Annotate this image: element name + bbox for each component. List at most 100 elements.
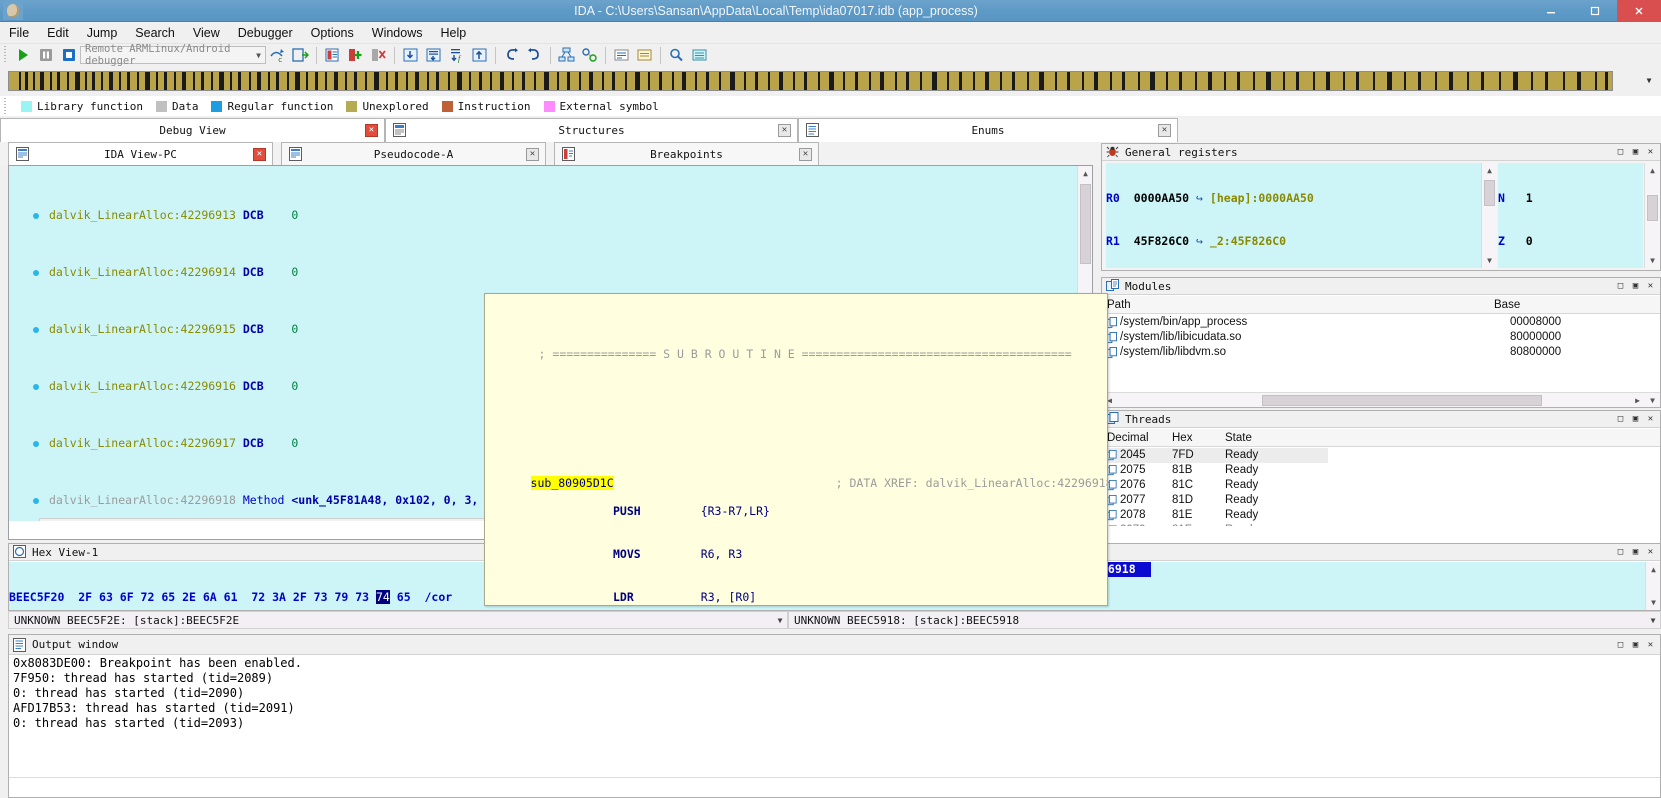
close-icon[interactable]: ✕ xyxy=(1644,280,1657,293)
flags-vscroll-thumb[interactable] xyxy=(1647,195,1658,221)
close-icon[interactable]: ✕ xyxy=(1644,546,1657,559)
run-icon[interactable] xyxy=(12,45,33,65)
close-button[interactable] xyxy=(1617,0,1661,22)
threads-column-hex[interactable]: Hex xyxy=(1172,432,1225,444)
flag-row[interactable]: Z 0 xyxy=(1498,234,1643,249)
jump-forward-icon[interactable] xyxy=(524,45,545,65)
register-row[interactable]: R0 0000AA50 ↪ [heap]:0000AA50 xyxy=(1106,191,1481,206)
navigation-band-dropdown-icon[interactable]: ▼ xyxy=(1641,72,1657,88)
disasm-row[interactable]: dalvik_LinearAlloc:42296913 DCB 0 xyxy=(9,208,1077,223)
xrefs-icon[interactable] xyxy=(611,45,632,65)
modules-row[interactable]: /system/lib/libdvm.so 80800000 xyxy=(1102,345,1660,360)
disassembly-vscroll-thumb[interactable] xyxy=(1080,184,1091,264)
register-vscroll-thumb[interactable] xyxy=(1484,180,1495,206)
tab-breakpoints-close-icon[interactable]: ✕ xyxy=(799,148,812,161)
output-command-input[interactable] xyxy=(9,777,1660,797)
breakpoint-dot-icon[interactable] xyxy=(33,270,39,276)
breakpoint-dot-icon[interactable] xyxy=(33,213,39,219)
tab-debug-view[interactable]: Debug View ✕ xyxy=(0,118,385,142)
chevron-down-icon[interactable]: ▼ xyxy=(773,612,787,628)
restore-icon[interactable]: □ xyxy=(1614,413,1627,426)
menu-item-search[interactable]: Search xyxy=(126,24,184,42)
step-into-source-icon[interactable] xyxy=(290,45,311,65)
menu-item-edit[interactable]: Edit xyxy=(38,24,78,42)
menu-item-help[interactable]: Help xyxy=(431,24,475,42)
scroll-up-icon[interactable]: ▲ xyxy=(1482,163,1497,178)
scroll-end-icon[interactable]: ▼ xyxy=(1645,393,1660,408)
close-icon[interactable]: ✕ xyxy=(1644,638,1657,651)
restore-icon[interactable]: □ xyxy=(1614,146,1627,159)
menu-item-windows[interactable]: Windows xyxy=(363,24,432,42)
dock-icon[interactable]: ▣ xyxy=(1629,638,1642,651)
modules-hscrollbar[interactable]: ◀ ▶ ▼ xyxy=(1102,392,1660,407)
scroll-up-icon[interactable]: ▲ xyxy=(1078,166,1093,181)
proximity-view-icon[interactable] xyxy=(579,45,600,65)
scroll-up-icon[interactable]: ▲ xyxy=(1646,562,1661,577)
modules-row[interactable]: /system/bin/app_process 00008000 xyxy=(1102,315,1660,330)
modules-column-base[interactable]: Base xyxy=(1494,299,1520,311)
threads-column-decimal[interactable]: Decimal xyxy=(1102,432,1172,444)
output-log[interactable]: 0x8083DE00: Breakpoint has been enabled.… xyxy=(9,656,1660,776)
tab-pseudocode-a[interactable]: Pseudocode-A ✕ xyxy=(281,142,546,166)
menu-item-debugger[interactable]: Debugger xyxy=(229,24,302,42)
breakpoint-list-icon[interactable] xyxy=(322,45,343,65)
hex-byte-selected[interactable]: 74 xyxy=(375,590,390,604)
scroll-down-icon[interactable]: ▼ xyxy=(1482,253,1497,268)
dock-icon[interactable]: ▣ xyxy=(1629,146,1642,159)
tab-structures[interactable]: Structures ✕ xyxy=(385,118,798,142)
tab-ida-view-pc[interactable]: IDA View-PC ✕ xyxy=(8,142,273,166)
close-icon[interactable]: ✕ xyxy=(1644,146,1657,159)
add-breakpoint-icon[interactable] xyxy=(345,45,366,65)
debugger-select[interactable]: Remote ARMLinux/Android debugger ▼ xyxy=(80,43,266,67)
threads-row[interactable]: 2079 81F Ready xyxy=(1102,523,1660,526)
run-to-cursor-icon[interactable]: f xyxy=(446,45,467,65)
legend-grip[interactable] xyxy=(2,98,9,114)
hex-view-vscrollbar[interactable]: ▲ ▼ xyxy=(1645,562,1660,610)
minimize-button[interactable] xyxy=(1529,0,1573,22)
tab-debug-view-close-icon[interactable]: ✕ xyxy=(365,124,378,137)
modules-list[interactable]: /system/bin/app_process 00008000 /system… xyxy=(1102,315,1660,370)
tab-pseudocode-a-close-icon[interactable]: ✕ xyxy=(526,148,539,161)
modules-row[interactable]: /system/lib/libicudata.so 80000000 xyxy=(1102,330,1660,345)
scroll-down-icon[interactable]: ▼ xyxy=(1645,253,1660,268)
flag-row[interactable]: N 1 xyxy=(1498,191,1643,206)
scroll-right-icon[interactable]: ▶ xyxy=(1630,393,1645,408)
flags-list[interactable]: N 1 Z 0 C 0 V 0 Q 0 F 0 T 1 xyxy=(1498,163,1643,268)
menu-item-view[interactable]: View xyxy=(184,24,229,42)
restore-icon[interactable]: □ xyxy=(1614,546,1627,559)
tab-breakpoints[interactable]: Breakpoints ✕ xyxy=(554,142,819,166)
tab-enums[interactable]: Enums ✕ xyxy=(798,118,1178,142)
threads-row[interactable]: 2045 7FD Ready xyxy=(1102,448,1328,463)
maximize-button[interactable] xyxy=(1573,0,1617,22)
threads-row[interactable]: 2075 81B Ready xyxy=(1102,463,1660,478)
register-list[interactable]: R0 0000AA50 ↪ [heap]:0000AA50 R1 45F826C… xyxy=(1106,163,1481,268)
stop-icon[interactable] xyxy=(58,45,79,65)
search-icon[interactable] xyxy=(666,45,687,65)
modules-hscroll-thumb[interactable] xyxy=(1262,395,1542,406)
restore-icon[interactable]: □ xyxy=(1614,280,1627,293)
modules-column-path[interactable]: Path xyxy=(1102,299,1494,311)
pause-icon[interactable] xyxy=(35,45,56,65)
strings-icon[interactable] xyxy=(634,45,655,65)
threads-list[interactable]: 2045 7FD Ready 2075 81B Ready 2076 81C R… xyxy=(1102,448,1660,526)
scroll-down-icon[interactable]: ▼ xyxy=(1646,595,1661,610)
threads-row[interactable]: 2076 81C Ready xyxy=(1102,478,1660,493)
navigation-band-track[interactable] xyxy=(8,71,1613,91)
menu-item-jump[interactable]: Jump xyxy=(78,24,127,42)
step-out-icon[interactable] xyxy=(469,45,490,65)
navigation-band[interactable]: ▼ xyxy=(0,68,1661,94)
register-row[interactable]: R1 45F826C0 ↪ _2:45F826C0 xyxy=(1106,234,1481,249)
breakpoint-dot-icon[interactable] xyxy=(33,384,39,390)
scroll-up-icon[interactable]: ▲ xyxy=(1645,163,1660,178)
step-over-source-icon[interactable]: c xyxy=(267,45,288,65)
popup-subroutine-label[interactable]: sub_80905D1C xyxy=(530,476,614,490)
flags-vscrollbar[interactable]: ▲ ▼ xyxy=(1644,163,1659,268)
dock-icon[interactable]: ▣ xyxy=(1629,546,1642,559)
hex-view-toggle-icon[interactable] xyxy=(689,45,710,65)
subroutine-hint-popup[interactable]: ; =============== S U B R O U T I N E ==… xyxy=(484,293,1108,606)
stack-selected-address[interactable]: 96918 xyxy=(1101,562,1151,577)
threads-row[interactable]: 2078 81E Ready xyxy=(1102,508,1660,523)
step-into-icon[interactable] xyxy=(400,45,421,65)
threads-column-state[interactable]: State xyxy=(1225,432,1252,444)
tab-ida-view-pc-close-icon[interactable]: ✕ xyxy=(253,148,266,161)
